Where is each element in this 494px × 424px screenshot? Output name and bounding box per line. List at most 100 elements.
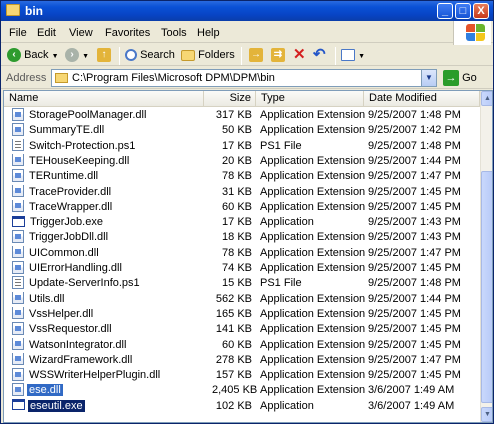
file-date-modified: 9/25/2007 1:47 PM [368,170,461,183]
forward-button[interactable]: › ▼ [65,47,89,63]
window-title: bin [25,4,43,18]
file-name: Update-ServerInfo.ps1 [29,277,140,290]
file-row[interactable]: Update-ServerInfo.ps1 15 KB PS1 File 9/25/2… [4,276,480,291]
menu-help[interactable]: Help [197,27,220,39]
file-date-modified: 9/25/2007 1:45 PM [368,338,461,351]
file-row[interactable]: WSSWriterHelperPlugin.dll 157 KB Applicati… [4,368,480,383]
file-type: Application Extension [260,353,366,366]
dll-file-icon [12,153,24,167]
file-row[interactable]: TriggerJob.exe 17 KB Application 9/25/2007 … [4,215,480,230]
file-row[interactable]: UICommon.dll 78 KB Application Extension 9/… [4,245,480,261]
exe-file-icon [12,215,25,227]
file-name-cell: SummaryTE.dll [12,123,224,138]
column-date-modified[interactable]: Date Modified [364,91,480,107]
scroll-down-button[interactable]: ▼ [481,407,492,422]
file-row[interactable]: TEHouseKeeping.dll 20 KB Application Exten… [4,153,480,169]
title-bar[interactable]: bin _ □ X [1,1,493,21]
address-dropdown-button[interactable]: ▼ [421,69,437,87]
menu-file[interactable]: File [9,27,27,39]
file-name: TriggerJob.exe [30,216,103,229]
menu-bar: File Edit View Favorites Tools Help [1,23,493,43]
minimize-button[interactable]: _ [437,3,453,19]
file-type: Application Extension [260,384,366,397]
file-row[interactable]: TraceProvider.dll 31 KB Application Extens… [4,184,480,200]
toolbar: ‹ Back ▼ › ▼ ↑ Search Folders → ⇉ ✕ ↶ ▼ [1,44,493,66]
file-date-modified: 9/25/2007 1:45 PM [368,323,461,336]
file-name: Utils.dll [29,292,65,305]
file-size: 31 KB [222,185,252,198]
file-size: 317 KB [215,109,252,121]
file-name-cell: Update-ServerInfo.ps1 [12,276,224,291]
folders-button[interactable]: Folders [181,47,235,63]
file-size: 15 KB [222,277,252,290]
delete-icon: ✕ [293,46,306,63]
file-type: Application Extension [260,154,366,167]
file-name: eseutil.exe [28,399,85,412]
file-name: WatsonIntegrator.dll [29,338,127,351]
file-row[interactable]: VssRequestor.dll 141 KB Application Extens… [4,322,480,337]
file-row[interactable]: StoragePoolManager.dll 317 KB Application … [4,108,480,123]
go-button[interactable]: → Go [443,70,477,87]
menu-favorites[interactable]: Favorites [105,27,150,39]
search-button[interactable]: Search [125,47,175,63]
file-date-modified: 9/25/2007 1:45 PM [368,369,461,382]
move-to-button[interactable]: → [249,47,263,63]
views-button[interactable]: ▼ [341,47,365,63]
menu-edit[interactable]: Edit [37,27,56,39]
back-button[interactable]: ‹ Back ▼ [7,47,59,63]
windows-logo-icon [453,21,491,45]
back-label: Back [24,49,49,61]
file-row[interactable]: SummaryTE.dll 50 KB Application Extension 9… [4,123,480,138]
scroll-up-button[interactable]: ▲ [481,91,492,106]
file-row[interactable]: TERuntime.dll 78 KB Application Extension 9… [4,169,480,184]
file-name: StoragePoolManager.dll [29,109,147,121]
file-row[interactable]: VssHelper.dll 165 KB Application Extension… [4,306,480,322]
file-type: Application Extension [260,124,366,137]
column-header: Name Size Type Date Modified [4,91,480,107]
file-type: Application Extension [260,170,366,183]
file-name-cell: WSSWriterHelperPlugin.dll [12,368,224,383]
undo-button[interactable]: ↶ [313,47,326,63]
file-list[interactable]: Name Size Type Date Modified StoragePool… [3,90,493,423]
file-name-cell: eseutil.exe [12,399,224,414]
dll-file-icon [12,291,24,305]
dll-file-icon [12,368,24,381]
maximize-button[interactable]: □ [455,3,471,19]
search-icon [125,49,137,62]
dll-file-icon [12,322,24,335]
column-type[interactable]: Type [256,91,364,107]
file-date-modified: 9/25/2007 1:47 PM [368,246,461,259]
file-name: VssRequestor.dll [29,323,112,336]
file-type: Application Extension [260,200,366,213]
file-name: TriggerJobDll.dll [29,231,109,244]
file-row[interactable]: TraceWrapper.dll 60 KB Application Extensi… [4,199,480,215]
file-row[interactable]: Switch-Protection.ps1 17 KB PS1 File 9/25/2… [4,138,480,154]
file-type: Application [260,216,314,229]
copy-to-button[interactable]: ⇉ [271,47,285,63]
file-name: ese.dll [27,384,63,397]
file-row[interactable]: Utils.dll 562 KB Application Extension 9/25… [4,291,480,307]
file-date-modified: 9/25/2007 1:47 PM [368,353,461,366]
delete-button[interactable]: ✕ [293,47,306,63]
file-size: 17 KB [222,216,252,229]
file-row[interactable]: UIErrorHandling.dll 74 KB Application Exte… [4,261,480,276]
file-row[interactable]: eseutil.exe 102 KB Application 3/6/2007 1:4… [4,399,480,414]
file-row[interactable]: ese.dll 2,405 KB Application Extension 3/6/… [4,383,480,398]
file-row[interactable]: TriggerJobDll.dll 18 KB Application Extens… [4,230,480,245]
column-name[interactable]: Name [4,91,204,107]
column-size[interactable]: Size [204,91,256,107]
file-name: VssHelper.dll [29,307,94,320]
back-arrow-icon: ‹ [7,48,21,63]
file-row[interactable]: WatsonIntegrator.dll 60 KB Application Ext… [4,337,480,353]
up-folder-button[interactable]: ↑ [97,47,111,63]
file-size: 165 KB [215,307,252,320]
menu-tools[interactable]: Tools [161,27,187,39]
scroll-thumb[interactable] [481,171,492,403]
exe-file-icon [12,399,25,411]
vertical-scrollbar[interactable]: ▲ ▼ [480,91,492,422]
file-row[interactable]: WizardFramework.dll 278 KB Application Ext… [4,352,480,368]
file-name: Switch-Protection.ps1 [29,139,136,152]
menu-view[interactable]: View [69,27,93,39]
close-button[interactable]: X [473,3,489,19]
address-input[interactable]: C:\Program Files\Microsoft DPM\DPM\bin [51,69,437,87]
